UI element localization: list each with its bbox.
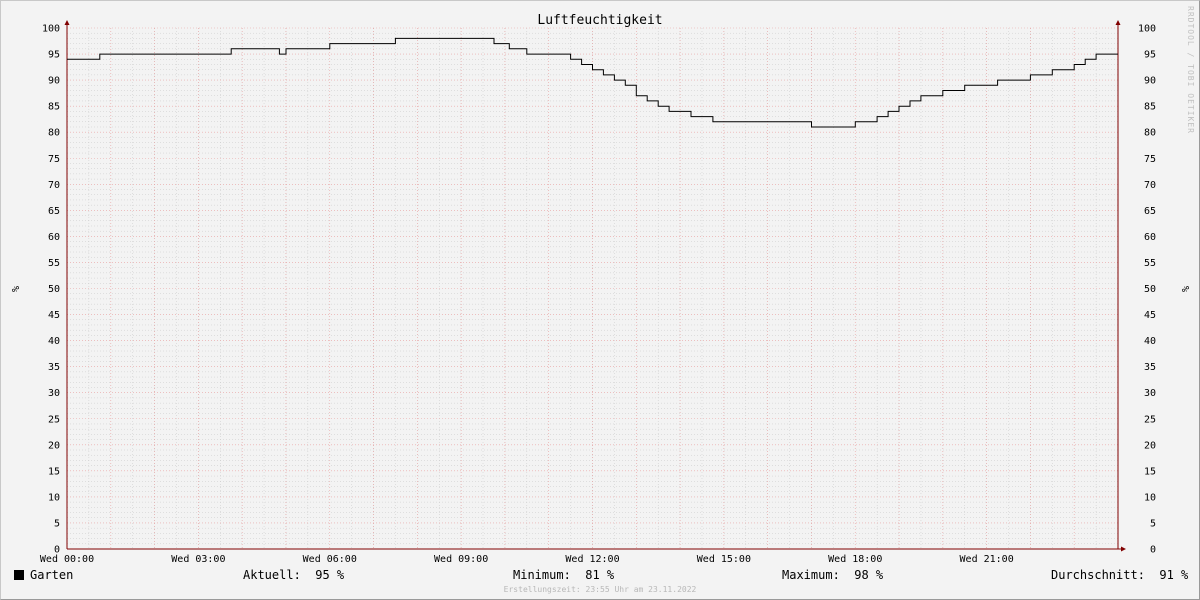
y-axis-right-ticks: 0 5 10 15 20 25 30 35 40 45 50 55 60 65 70 75 80 85 90 95 10… (1138, 24, 1156, 556)
x-tick-label: Wed 21:00 (960, 554, 1014, 565)
y-tick-label-right: 95 (1144, 50, 1156, 61)
y-tick-label-right: 10 (1144, 492, 1156, 503)
y-axis-label-left: % (9, 286, 20, 292)
x-tick-label: Wed 03:00 (171, 554, 225, 565)
y-tick-label-right: 80 (1144, 128, 1156, 139)
x-tick-label: Wed 15:00 (697, 554, 751, 565)
major-grid (67, 27, 1118, 549)
y-axis-right-arrow (1115, 20, 1121, 25)
y-tick-label-left: 95 (48, 50, 60, 61)
y-tick-label-right: 20 (1144, 440, 1156, 451)
y-tick-label-right: 0 (1150, 545, 1156, 556)
max-value: 98 % (854, 568, 884, 582)
y-axis-left-ticks: 0510152025303540455055606570758085909510… (42, 24, 60, 556)
y-tick-label-left: 15 (48, 466, 60, 477)
y-tick-label-left: 80 (48, 128, 60, 139)
y-tick-label-right: 85 (1144, 102, 1156, 113)
y-tick-label-right: 70 (1144, 180, 1156, 191)
y-tick-label-left: 30 (48, 388, 60, 399)
x-tick-label: Wed 00:00 (40, 554, 94, 565)
y-tick-label-right: 50 (1144, 284, 1156, 295)
y-axis-left-arrow (64, 20, 70, 25)
y-tick-label-left: 25 (48, 414, 60, 425)
x-axis-ticks: Wed 00:00 Wed 03:00 Wed 06:00 Wed 09:00 Wed … (40, 554, 1014, 565)
y-tick-label-right: 65 (1144, 206, 1156, 217)
y-tick-label-left: 35 (48, 362, 60, 373)
current-value: 95 % (315, 568, 345, 582)
y-tick-label-right: 5 (1150, 518, 1156, 529)
humidity-chart: 0 5 10 15 20 25 30 35 40 45 50 55 60 65 70 75 80 85 90 95 10… (9, 6, 1195, 565)
y-tick-label-right: 90 (1144, 76, 1156, 87)
y-tick-label-left: 100 (42, 24, 60, 35)
y-tick-label-left: 70 (48, 180, 60, 191)
chart-title: Luftfeuchtigkeit (537, 13, 662, 28)
y-tick-label-right: 100 (1138, 24, 1156, 35)
y-tick-label-left: 75 (48, 154, 60, 165)
x-tick-label: Wed 12:00 (565, 554, 619, 565)
legend-swatch (14, 570, 24, 580)
x-tick-label: Wed 18:00 (828, 554, 882, 565)
y-tick-label-right: 55 (1144, 258, 1156, 269)
legend-current: Aktuell: 95 % (243, 568, 344, 582)
y-tick-label-right: 15 (1144, 466, 1156, 477)
y-tick-label-left: 55 (48, 258, 60, 269)
axes (64, 20, 1126, 552)
y-tick-label-left: 50 (48, 284, 60, 295)
legend-average: Durchschnitt: 91 % (1051, 568, 1188, 582)
x-axis-arrow (1121, 546, 1126, 552)
min-label: Minimum: (513, 568, 571, 582)
y-tick-label-left: 65 (48, 206, 60, 217)
y-tick-label-left: 40 (48, 336, 60, 347)
current-label: Aktuell: (243, 568, 301, 582)
avg-value: 91 % (1159, 568, 1189, 582)
watermark: RRDTOOL / TOBI OETIKER (1186, 6, 1195, 134)
y-tick-label-right: 40 (1144, 336, 1156, 347)
max-label: Maximum: (782, 568, 840, 582)
y-tick-label-left: 45 (48, 310, 60, 321)
y-tick-label-left: 20 (48, 440, 60, 451)
min-value: 81 % (585, 568, 615, 582)
y-axis-label-right: % (1179, 286, 1190, 292)
y-tick-label-left: 85 (48, 102, 60, 113)
y-tick-label-right: 25 (1144, 414, 1156, 425)
x-tick-label: Wed 06:00 (303, 554, 357, 565)
legend-series-name: Garten (30, 568, 74, 582)
creation-time: Erstellungszeit: 23:55 Uhr am 23.11.2022 (503, 585, 697, 594)
avg-label: Durchschnitt: (1051, 568, 1145, 582)
y-tick-label-left: 90 (48, 76, 60, 87)
y-tick-label-right: 30 (1144, 388, 1156, 399)
y-tick-label-right: 75 (1144, 154, 1156, 165)
y-tick-label-right: 35 (1144, 362, 1156, 373)
legend-minimum: Minimum: 81 % (513, 568, 614, 582)
y-tick-label-left: 5 (54, 518, 60, 529)
y-tick-label-right: 60 (1144, 232, 1156, 243)
y-tick-label-right: 45 (1144, 310, 1156, 321)
legend-maximum: Maximum: 98 % (782, 568, 883, 582)
y-tick-label-left: 10 (48, 492, 60, 503)
x-tick-label: Wed 09:00 (434, 554, 488, 565)
y-tick-label-left: 60 (48, 232, 60, 243)
